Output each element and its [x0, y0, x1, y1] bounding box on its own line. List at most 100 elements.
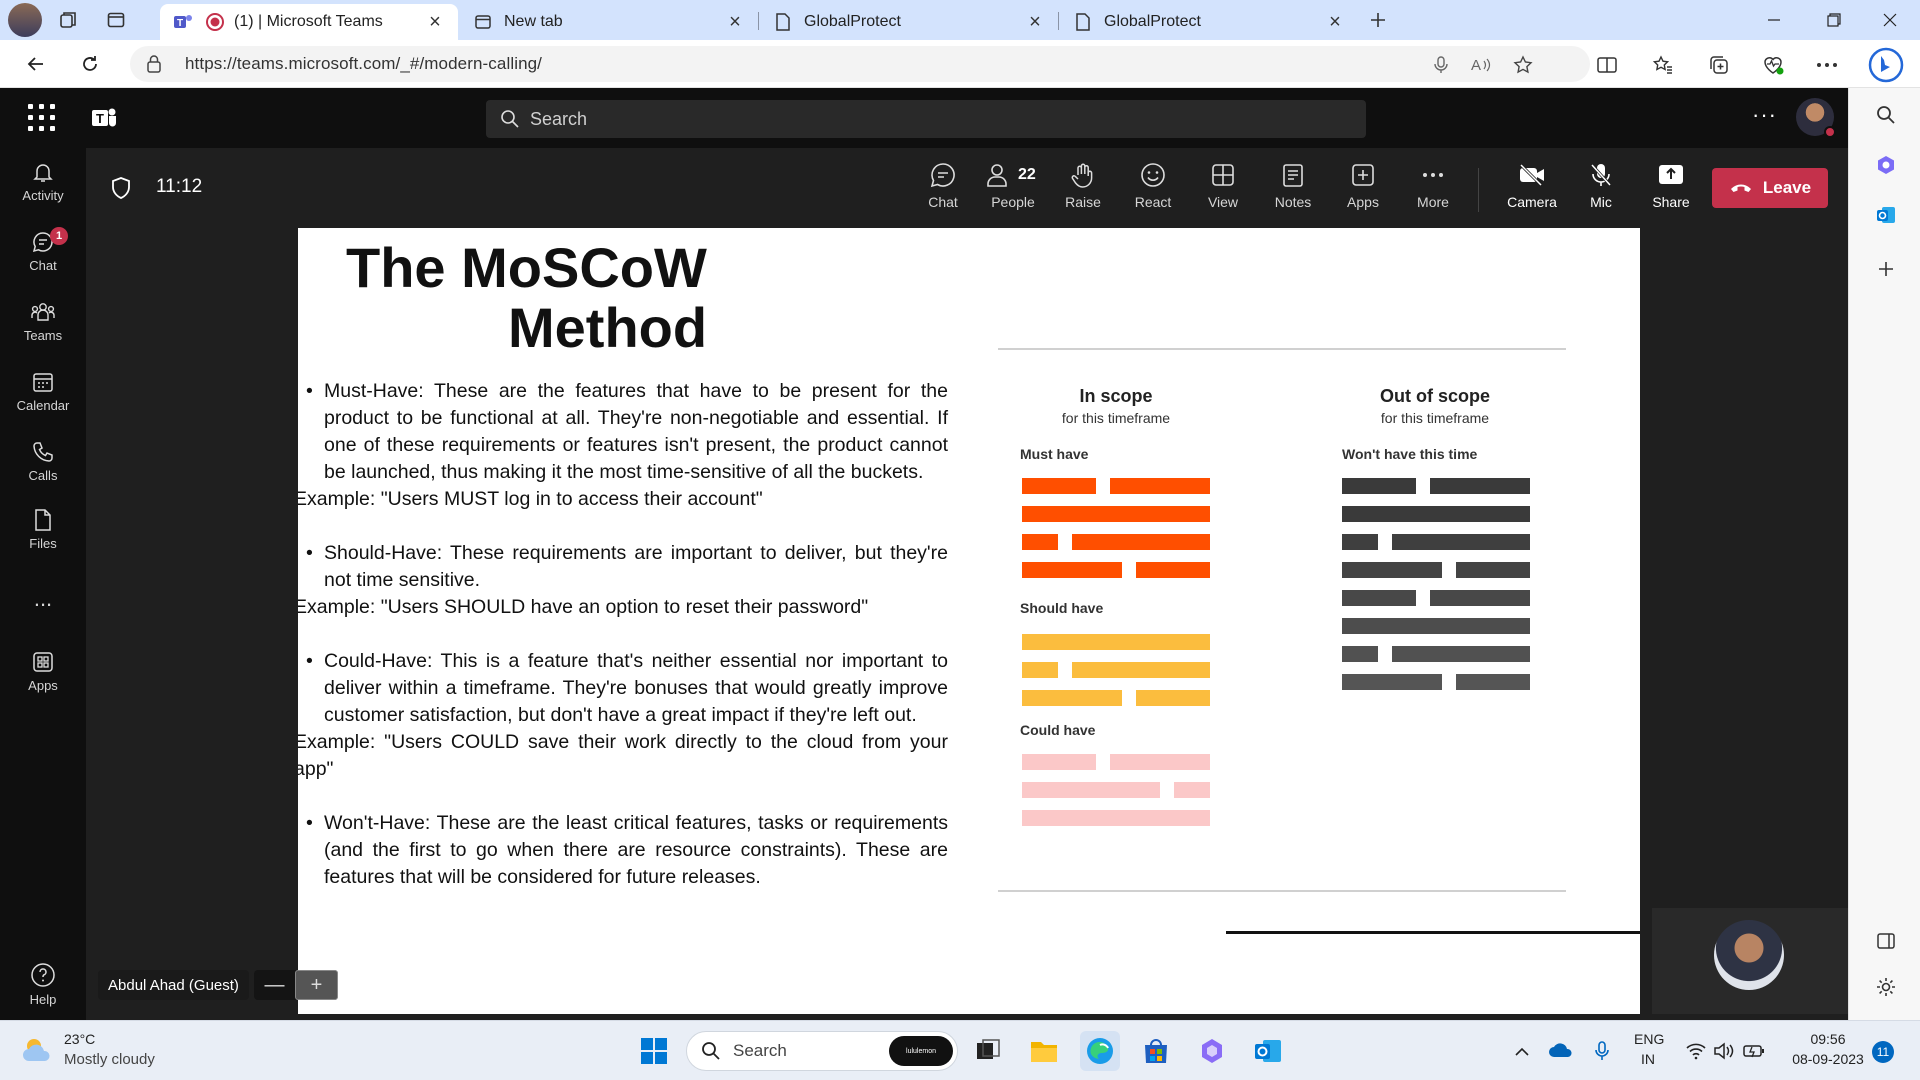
close-window-icon[interactable]: [1862, 0, 1918, 40]
rail-more[interactable]: ...: [0, 586, 86, 648]
rail-files[interactable]: Files: [0, 508, 86, 570]
read-aloud-icon[interactable]: A: [1470, 54, 1492, 76]
tab-globalprotect-2[interactable]: GlobalProtect ×: [1060, 4, 1358, 40]
settings-more-icon[interactable]: [1814, 52, 1840, 78]
close-tab-icon[interactable]: ×: [1324, 11, 1346, 34]
leave-button[interactable]: Leave: [1712, 168, 1828, 208]
rail-calendar[interactable]: Calendar: [0, 370, 86, 432]
outlook-icon[interactable]: [1873, 202, 1899, 228]
add-icon[interactable]: [1873, 256, 1899, 282]
notes-button[interactable]: Notes: [1262, 162, 1324, 218]
clock-date[interactable]: 08-09-2023: [1786, 1051, 1870, 1067]
raise-hand-button[interactable]: Raise: [1052, 162, 1114, 218]
tab-title: GlobalProtect: [804, 13, 901, 30]
view-button[interactable]: View: [1192, 162, 1254, 218]
volume-icon[interactable]: [1712, 1039, 1736, 1063]
start-windows-icon[interactable]: [634, 1031, 674, 1071]
minimize-icon[interactable]: [1746, 0, 1802, 40]
camera-label: Camera: [1507, 194, 1557, 210]
url-field[interactable]: https://teams.microsoft.com/_#/modern-ca…: [130, 46, 1590, 82]
document-icon: [772, 11, 794, 33]
restore-icon[interactable]: [1806, 0, 1862, 40]
react-button[interactable]: React: [1122, 162, 1184, 218]
toolbar-divider: [1478, 168, 1479, 212]
wifi-icon[interactable]: [1684, 1039, 1708, 1063]
profile-avatar[interactable]: [8, 3, 42, 37]
copilot-icon[interactable]: [1873, 152, 1899, 178]
mic-button[interactable]: Mic: [1570, 162, 1632, 218]
tab-teams[interactable]: T (1) | Microsoft Teams ×: [160, 4, 458, 40]
sidebar-toggle-icon[interactable]: [1873, 928, 1899, 954]
split-screen-icon[interactable]: [1594, 52, 1620, 78]
rail-label: Help: [29, 992, 57, 1007]
rail-apps[interactable]: Apps: [0, 650, 86, 712]
close-tab-icon[interactable]: ×: [724, 11, 746, 34]
tab-new-tab[interactable]: New tab ×: [460, 4, 758, 40]
file-explorer-icon[interactable]: [1024, 1031, 1064, 1071]
rail-calls[interactable]: Calls: [0, 440, 86, 502]
lock-icon[interactable]: [146, 54, 162, 79]
notification-badge[interactable]: 11: [1872, 1041, 1894, 1063]
bing-copilot-icon[interactable]: [1866, 46, 1906, 84]
search-input[interactable]: Search: [486, 100, 1366, 138]
tab-globalprotect-1[interactable]: GlobalProtect ×: [760, 4, 1058, 40]
chat-button[interactable]: Chat: [912, 162, 974, 218]
user-avatar[interactable]: [1796, 98, 1836, 138]
rail-label: Files: [29, 536, 57, 551]
chevron-up-icon[interactable]: [1510, 1039, 1534, 1063]
refresh-icon[interactable]: [70, 46, 110, 82]
document-icon: [1072, 11, 1094, 33]
tab-actions-icon[interactable]: [94, 3, 138, 37]
app-launcher-icon[interactable]: [28, 104, 56, 132]
gear-icon[interactable]: [1873, 974, 1899, 1000]
battery-icon[interactable]: [1742, 1039, 1766, 1063]
share-button[interactable]: Share: [1640, 162, 1702, 218]
weather-cloud-icon[interactable]: [20, 1035, 56, 1065]
copilot-app-icon[interactable]: [1192, 1031, 1232, 1071]
rail-chat[interactable]: 1 Chat: [0, 227, 86, 292]
close-tab-icon[interactable]: ×: [1024, 11, 1046, 34]
shield-icon[interactable]: [110, 176, 132, 205]
wont-have-bar: [1430, 590, 1530, 606]
microsoft-store-icon[interactable]: [1136, 1031, 1176, 1071]
people-button[interactable]: 22 People: [982, 162, 1044, 218]
microphone-icon[interactable]: [1430, 54, 1452, 76]
in-scope-subheading: for this timeframe: [1061, 410, 1171, 426]
presence-dot: [1824, 126, 1836, 138]
onedrive-icon[interactable]: [1548, 1039, 1572, 1063]
more-options-icon[interactable]: ···: [1752, 102, 1777, 128]
more-button[interactable]: More: [1402, 162, 1464, 218]
close-tab-icon[interactable]: ×: [424, 11, 446, 34]
zoom-in-button[interactable]: +: [295, 970, 338, 1000]
taskbar-search[interactable]: Search lululemon: [686, 1031, 958, 1071]
task-view-icon[interactable]: [968, 1031, 1008, 1071]
clock-time[interactable]: 09:56: [1798, 1031, 1858, 1047]
self-view-tile[interactable]: [1652, 908, 1848, 1014]
zoom-out-button[interactable]: —: [254, 970, 295, 1000]
workspaces-icon[interactable]: [46, 3, 90, 37]
language-eng[interactable]: ENG: [1634, 1031, 1664, 1047]
language-in[interactable]: IN: [1641, 1051, 1655, 1067]
new-tab-button[interactable]: [1356, 3, 1400, 37]
outlook-app-icon[interactable]: [1248, 1031, 1288, 1071]
weather-temp[interactable]: 23°C: [64, 1031, 95, 1047]
camera-button[interactable]: Camera: [1494, 162, 1570, 218]
rail-activity[interactable]: Activity: [0, 160, 86, 222]
back-icon[interactable]: [16, 46, 56, 82]
search-icon[interactable]: [1873, 102, 1899, 128]
collections-icon[interactable]: [1706, 52, 1732, 78]
must-have-example: Example: "Users MUST log in to access th…: [298, 488, 763, 510]
svg-text:T: T: [96, 111, 104, 126]
edge-browser-icon[interactable]: [1080, 1031, 1120, 1071]
microphone-icon[interactable]: [1590, 1039, 1614, 1063]
browser-essentials-icon[interactable]: [1760, 52, 1786, 78]
rail-teams[interactable]: Teams: [0, 300, 86, 362]
rail-help[interactable]: Help: [0, 962, 86, 1024]
apps-button[interactable]: Apps: [1332, 162, 1394, 218]
favorites-icon[interactable]: [1650, 52, 1676, 78]
should-have-bar: [1136, 690, 1210, 706]
favorite-star-icon[interactable]: [1512, 54, 1534, 76]
weather-desc[interactable]: Mostly cloudy: [64, 1051, 155, 1068]
share-label: Share: [1652, 194, 1690, 210]
rail-label: Apps: [28, 678, 58, 693]
